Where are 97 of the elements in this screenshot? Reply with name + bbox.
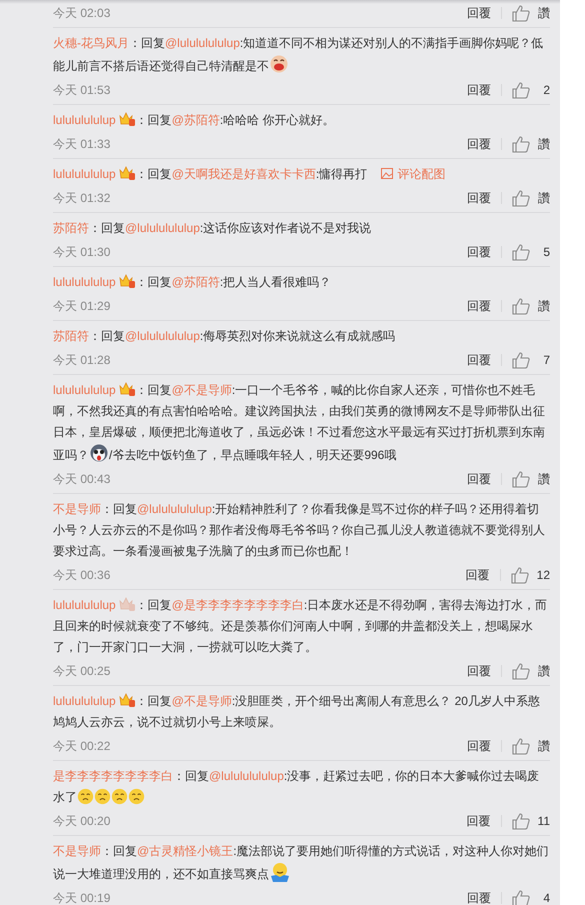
sad-face-icon	[94, 788, 111, 805]
comment-text: 是李李李李李李李李白：回复@lulululululup:没事，赶紧过去吧，你的日本大爹喊你过去喝废水了	[53, 768, 540, 807]
thumbs-up-icon[interactable]	[512, 190, 530, 206]
thumbs-up-icon[interactable]	[510, 566, 529, 584]
like-count: 2	[542, 83, 550, 97]
comment-text: lulululululup ：回复@天啊我还是好喜欢卡卡西:慵得再打 评论配图	[53, 165, 446, 183]
thumbs-up-icon[interactable]	[512, 244, 530, 260]
like-count: 4	[542, 891, 550, 905]
like-count: 讚	[538, 298, 550, 314]
comment-text: 火穗-花鸟风月：回复@lulululululup:知道道不同不相为谋还对别人的不满指手画脚你妈呢？低能儿前言不搭后语还觉得自己特清醒是不	[53, 35, 544, 76]
like-count: 11	[538, 814, 550, 828]
dog-face-icon	[89, 443, 109, 463]
shrugging-face-icon	[269, 862, 291, 882]
thumbs-up-icon[interactable]	[512, 738, 530, 754]
author-link[interactable]: 火穗-花鸟风月	[53, 36, 129, 50]
mention-link[interactable]: @天啊我还是好喜欢卡卡西	[172, 167, 316, 181]
comment-time: 今天 02:03	[53, 4, 110, 22]
comment-text: 苏陌符：回复@lulululululup:这话你应该对作者说不是对我说	[53, 220, 372, 237]
mention-link[interactable]: @苏陌符	[172, 275, 220, 289]
author-link[interactable]: 苏陌符	[53, 221, 89, 235]
reply-button[interactable]: 回覆	[467, 738, 491, 754]
thumbs-up-icon[interactable]	[512, 136, 530, 152]
comment-text: 苏陌符：回复@lulululululup:侮辱英烈对你来说就这么有成就感吗	[53, 328, 396, 345]
author-link[interactable]: lulululululup	[53, 383, 116, 397]
laughing-face-icon	[269, 54, 289, 74]
comment-time: 今天 01:28	[53, 352, 110, 368]
like-count: 讚	[538, 190, 550, 206]
author-link[interactable]: lulululululup	[53, 167, 116, 181]
reply-button[interactable]: 回覆	[467, 136, 491, 152]
reply-button[interactable]: 回覆	[467, 298, 491, 314]
thumbs-up-icon[interactable]	[512, 4, 530, 22]
reply-button[interactable]: 回覆	[466, 812, 491, 830]
comment-text: lulululululup ：回复@苏陌符:哈哈哈 你开心就好。	[53, 111, 336, 129]
reply-button[interactable]: 回覆	[467, 4, 491, 22]
mention-link[interactable]: @不是导师	[172, 694, 232, 708]
reply-button[interactable]: 回覆	[467, 244, 491, 260]
mention-link[interactable]: @lulululululup	[137, 502, 212, 516]
thumbs-up-icon[interactable]	[512, 812, 530, 830]
mention-link[interactable]: @不是导师	[172, 383, 232, 397]
mention-link[interactable]: @lulululululup	[125, 329, 200, 343]
comment-time: 今天 01:32	[53, 190, 110, 206]
comment-time: 今天 00:22	[53, 738, 110, 754]
picture-icon	[381, 168, 394, 179]
reply-button[interactable]: 回覆	[467, 470, 491, 488]
thumbs-up-icon[interactable]	[512, 82, 530, 98]
thumbs-up-icon[interactable]	[512, 298, 530, 314]
comment-text: lulululululup ：回复@苏陌符:把人当人看很难吗？	[53, 273, 332, 291]
author-link[interactable]: lulululululup	[53, 598, 116, 612]
author-link[interactable]: 苏陌符	[53, 329, 89, 343]
like-count: 讚	[538, 136, 550, 152]
comment-text: lulululululup ：回复@不是导师:一口一个毛爷爷，喊的比你自家人还亲，可惜你也不姓毛啊，不然我还真的有点害怕哈哈哈。建议跨国执法，由我们英勇的微博网友不是导师带队出征日本，皇居爆破，顺便把北海道收了，虽远必诛！不过看您这水平最远有买过打折机票到东南亚吗？ /爷去吃中饭钓鱼了，早点睡哦年轻人，明天还要996哦	[53, 381, 546, 465]
comment-time: 今天 00:43	[53, 470, 110, 488]
thumbs-up-icon[interactable]	[512, 470, 530, 488]
author-link[interactable]: lulululululup	[53, 275, 116, 289]
comment-time: 今天 01:33	[53, 136, 110, 152]
sad-face-icon	[128, 788, 145, 805]
comment-text: lulululululup ：回复@不是导师:没胆匪类，开个细号出离闹人有意思么？ 20几岁人中系憨鸠鸠人云亦云，说不过就切小号上来喷屎。	[53, 692, 541, 731]
comment-time: 今天 00:36	[53, 566, 110, 584]
mention-link[interactable]: @lulululululup	[165, 36, 240, 50]
author-link[interactable]: lulululululup	[53, 113, 116, 127]
like-count: 讚	[538, 662, 550, 680]
thumbs-up-icon[interactable]	[512, 352, 530, 368]
author-link[interactable]: lulululululup	[53, 694, 116, 708]
comment-image-link[interactable]: 评论配图	[381, 167, 446, 181]
comment-text: 不是导师：回复@古灵精怪小镜王:魔法部说了要用她们听得懂的方式说话，对这种人你对她们说一大堆道理没用的，还不如直接骂爽点	[53, 843, 550, 884]
like-count: 5	[542, 245, 550, 259]
author-link[interactable]: 是李李李李李李李李白	[53, 769, 173, 783]
sad-face-icon	[111, 788, 128, 805]
mention-link[interactable]: @lulululululup	[209, 769, 284, 783]
reply-button[interactable]: 回覆	[467, 82, 491, 98]
comment-text: 不是导师：回复@lulululululup:开始精神胜利了？你看我像是骂不过你的样子吗？还用得着切小号？人云亦云的不是你吗？那作者没侮辱毛爷爷吗？你自己孤儿没人教道德就不要觉得别人要求过高。一条看漫画被鬼子洗脑了的虫豸而已你也配！	[53, 501, 546, 560]
thumbs-up-icon[interactable]	[512, 662, 530, 680]
mention-link[interactable]: @lulululululup	[125, 221, 200, 235]
author-link[interactable]: 不是导师	[53, 844, 101, 858]
comment-time: 今天 00:20	[53, 812, 110, 830]
like-count: 7	[542, 353, 550, 367]
reply-button[interactable]: 回覆	[466, 566, 490, 584]
mention-link[interactable]: @是李李李李李李李李白	[172, 598, 304, 612]
reply-button[interactable]: 回覆	[467, 662, 491, 680]
reply-button[interactable]: 回覆	[467, 890, 491, 905]
comment-time: 今天 00:19	[53, 890, 110, 905]
author-link[interactable]: 不是导师	[53, 502, 101, 516]
like-count: 讚	[538, 738, 550, 754]
like-count: 讚	[538, 470, 550, 488]
comment-time: 今天 00:25	[53, 662, 110, 680]
mention-link[interactable]: @苏陌符	[172, 113, 220, 127]
like-count: 12	[536, 568, 550, 582]
reply-button[interactable]: 回覆	[467, 190, 491, 206]
comment-time: 今天 01:30	[53, 244, 110, 260]
thumbs-up-icon[interactable]	[512, 890, 530, 905]
sad-face-icon	[77, 788, 94, 805]
mention-link[interactable]: @古灵精怪小镜王	[137, 844, 234, 858]
comment-text: lulululululup ：回复@是李李李李李李李李白:日本废水还是不得劲啊，害得去海边打水，而且回来的时候就衰变了不够纯。还是羡慕你们河南人中啊，到哪的井盖都没关上，想喝屎水了，门一开家门口一大洞，一捞就可以吃大粪了。	[53, 596, 548, 656]
like-count: 讚	[538, 4, 550, 22]
reply-button[interactable]: 回覆	[467, 352, 491, 368]
comment-time: 今天 01:53	[53, 82, 110, 98]
comment-time: 今天 01:29	[53, 298, 110, 314]
